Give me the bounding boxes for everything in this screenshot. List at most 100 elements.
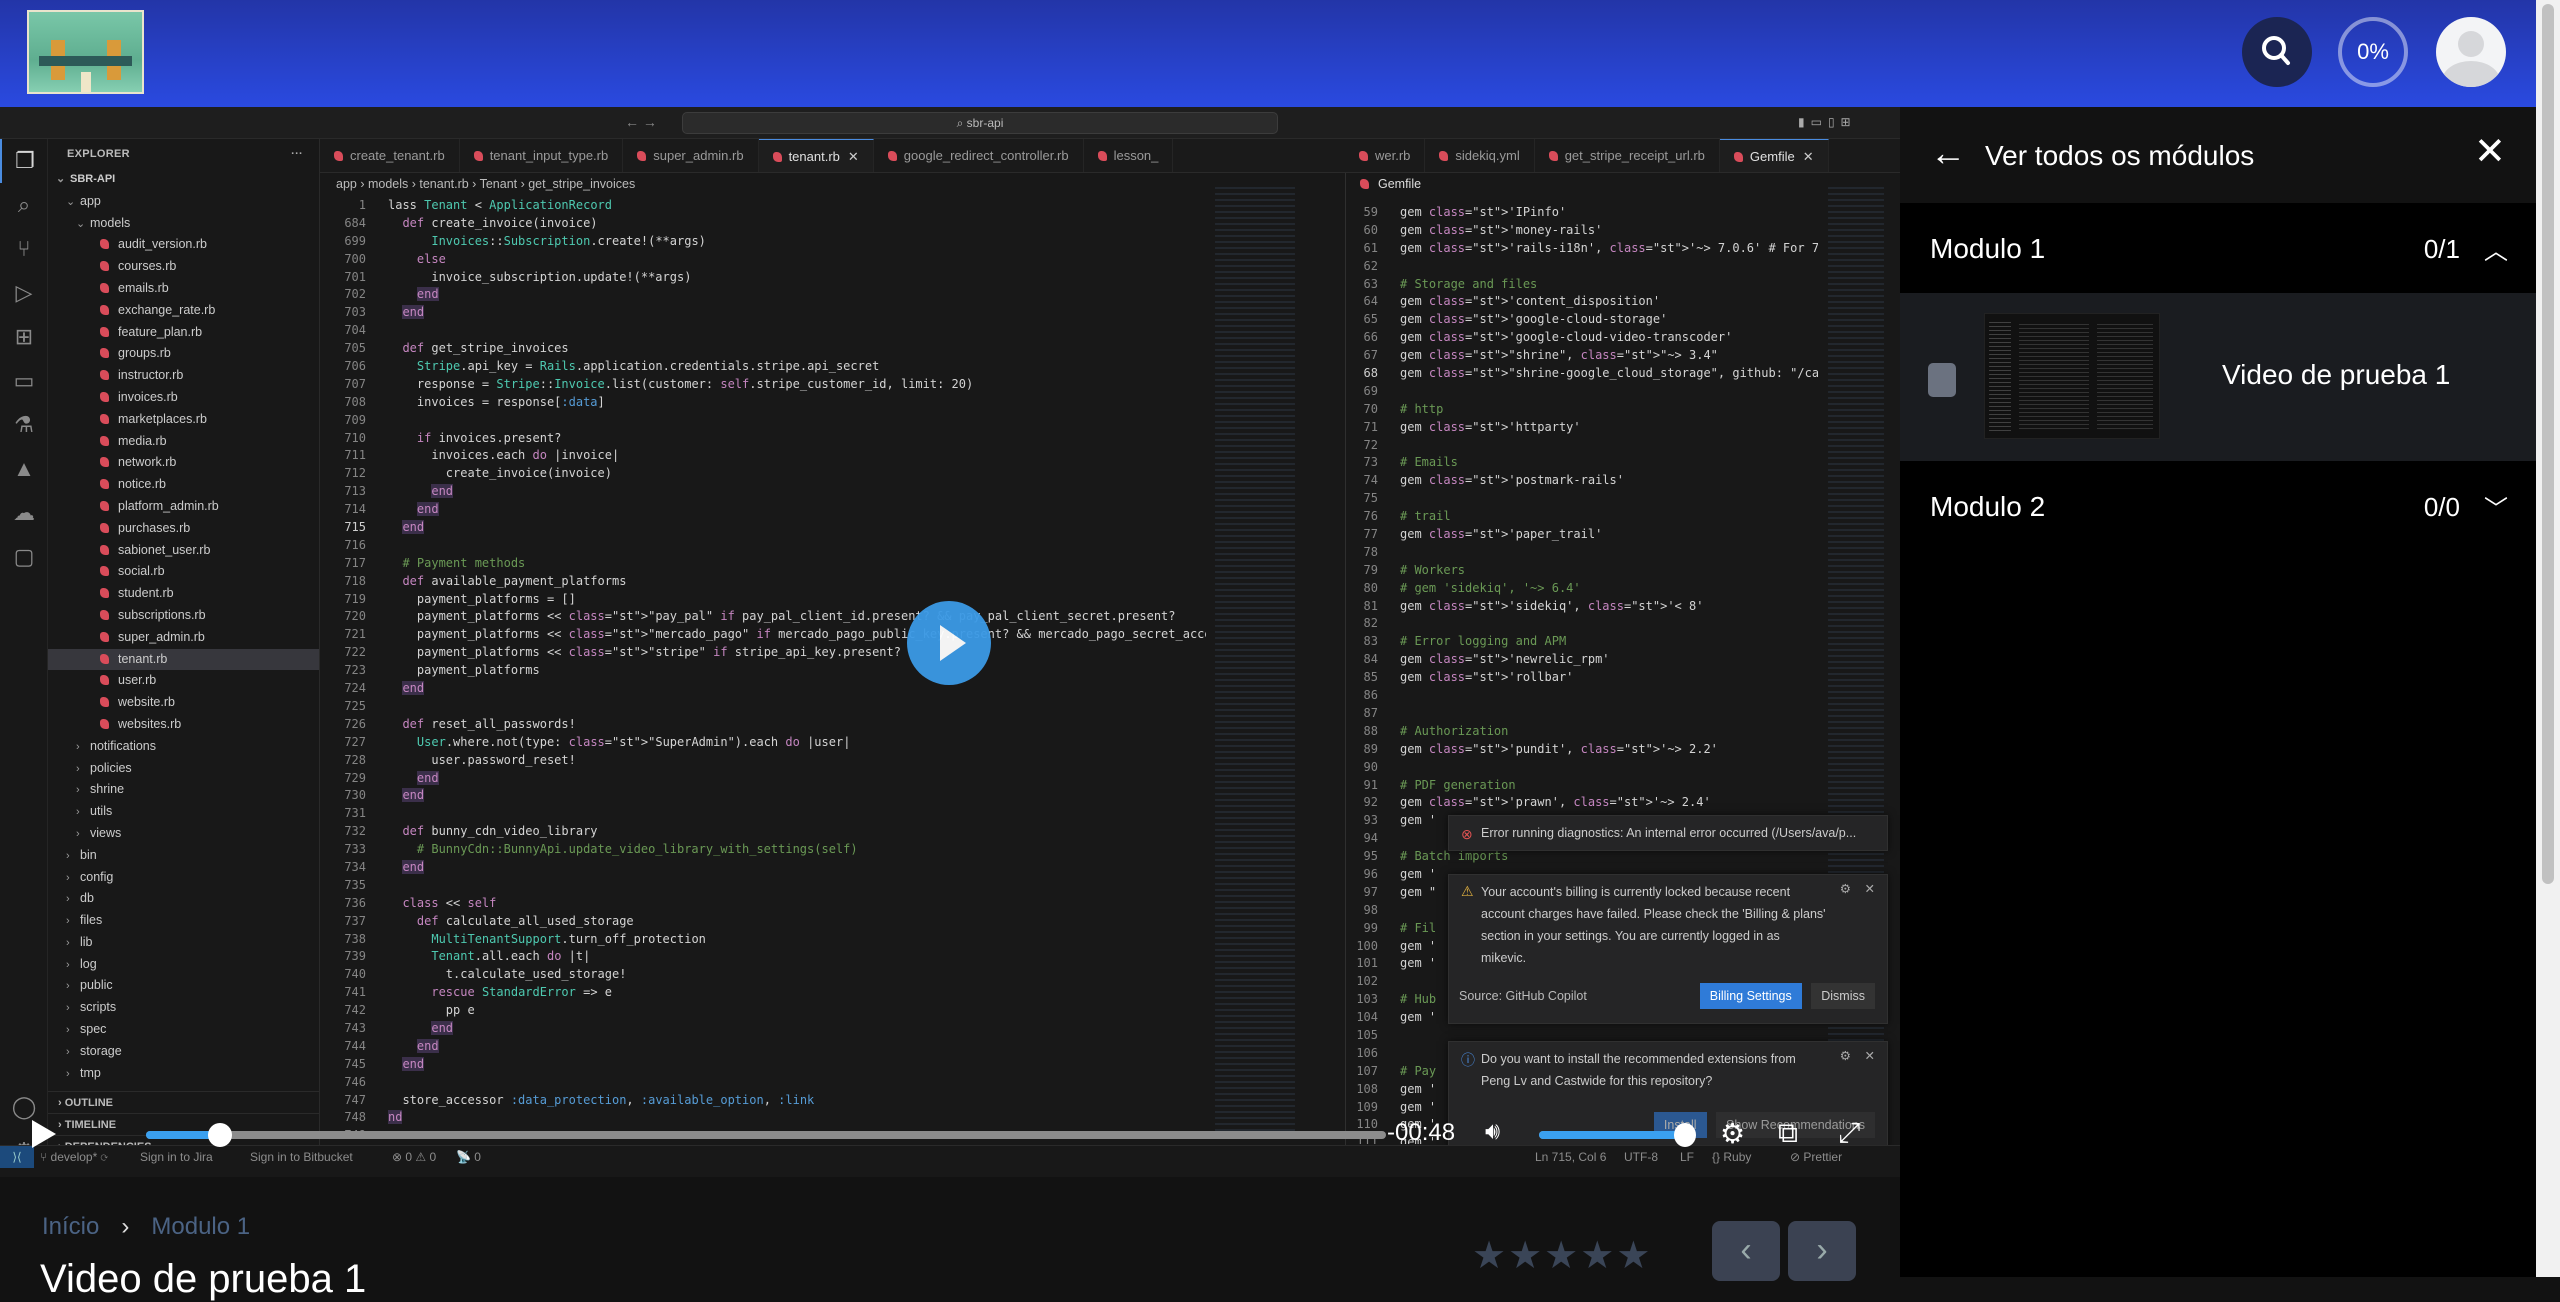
ruby-file-icon — [100, 697, 109, 708]
lesson-item[interactable]: Video de prueba 1 — [1900, 293, 2536, 461]
star-icon[interactable]: ★ — [1472, 1235, 1508, 1277]
line-number: 733 — [344, 842, 366, 857]
tree-item-label: user.rb — [118, 673, 157, 688]
line-number: 86 — [1363, 688, 1378, 703]
tree-item: › policies — [48, 758, 319, 780]
tree-item-label: tenant.rb — [118, 651, 168, 666]
tab-label: tenant_input_type.rb — [489, 148, 609, 163]
tree-item: › scripts — [48, 997, 319, 1019]
line-number: 716 — [344, 537, 366, 552]
ruby-file-icon — [100, 631, 109, 642]
code-line: 739 Tenant.all.each do |t| — [326, 948, 1206, 966]
line-number: 729 — [344, 770, 366, 785]
forward-arrow-icon: → — [642, 114, 657, 130]
code-line: 741 rescue StandardError => e — [326, 984, 1206, 1002]
play-icon[interactable] — [32, 1120, 56, 1148]
settings-gear-icon[interactable]: ⚙ — [1720, 1117, 1745, 1150]
scrollbar-thumb[interactable] — [2542, 4, 2554, 884]
code-line: 76 # trail — [1338, 508, 1818, 526]
seek-bar[interactable] — [146, 1123, 1386, 1147]
lesson-title: Video de prueba 1 — [2222, 359, 2451, 390]
tree-item-label: scripts — [80, 1000, 117, 1015]
tree-item-label: views — [90, 825, 122, 840]
line-number: 84 — [1363, 652, 1378, 667]
lesson-checkbox[interactable] — [1928, 363, 1956, 397]
code-line: 62 — [1338, 258, 1818, 276]
line-number: 79 — [1363, 562, 1378, 577]
code-line: 702 end — [326, 286, 1206, 304]
breadcrumb-module[interactable]: Modulo 1 — [151, 1213, 250, 1240]
line-number: 85 — [1363, 670, 1378, 685]
line-number: 106 — [1356, 1045, 1378, 1060]
volume-handle[interactable] — [1674, 1123, 1696, 1147]
close-icon[interactable]: ✕ — [2474, 133, 2506, 171]
breadcrumb-home[interactable]: Início — [42, 1213, 99, 1240]
tree-item: media.rb — [48, 431, 319, 453]
code-line: 735 — [326, 877, 1206, 895]
line-number: 1 — [358, 198, 366, 212]
ruby-file-icon — [100, 326, 109, 337]
ruby-file-icon — [100, 718, 109, 729]
volume-icon[interactable]: 🔊︎ — [1485, 1118, 1500, 1146]
tree-item: emails.rb — [48, 278, 319, 300]
line-number: 71 — [1363, 419, 1378, 434]
tree-item: › views — [48, 823, 319, 845]
ruby-file-icon — [1733, 152, 1743, 162]
fullscreen-icon[interactable]: ⤢ — [1838, 1117, 1860, 1150]
line-number: 78 — [1363, 544, 1378, 559]
tree-item: purchases.rb — [48, 518, 319, 540]
star-icon[interactable]: ★ — [1508, 1235, 1544, 1277]
tree-item: › shrine — [48, 779, 319, 801]
tab-label: wer.rb — [1375, 148, 1411, 163]
big-play-button[interactable] — [907, 601, 991, 685]
close-tab-icon: ✕ — [847, 149, 859, 164]
line-number: 103 — [1356, 992, 1378, 1007]
code-line: 68 gem class="st">"shrine-google_cloud_st… — [1338, 365, 1818, 383]
page-scrollbar[interactable] — [2536, 0, 2560, 1277]
prev-lesson-button[interactable]: ‹ — [1712, 1221, 1780, 1281]
module-header-1[interactable]: Modulo 1 0/1 ︿ — [1900, 203, 2536, 293]
tree-item: courses.rb — [48, 256, 319, 278]
lesson-thumbnail — [1984, 313, 2160, 439]
line-number: 75 — [1363, 491, 1378, 506]
tree-item-label: marketplaces.rb — [118, 411, 207, 426]
tree-item-label: files — [80, 913, 103, 928]
video-player[interactable]: ← → ⌕ sbr-api ▮▭▯⊞ ❐ ⌕ ⑂ ▷ ⊞ ▭ ⚗ ▲ ☁ ▢ ◯… — [0, 107, 1900, 1177]
chevron-right-icon: › — [66, 980, 70, 993]
module-header-2[interactable]: Modulo 2 0/0 ﹀ — [1900, 461, 2536, 551]
editor-tab: sidekiq.yml — [1425, 139, 1535, 172]
star-icon[interactable]: ★ — [1580, 1235, 1616, 1277]
user-avatar[interactable] — [2436, 17, 2506, 87]
popout-icon[interactable]: ⧉ — [1778, 1117, 1798, 1150]
breadcrumb-separator-icon: › — [121, 1213, 130, 1240]
code-line: 728 user.password_reset! — [326, 752, 1206, 770]
next-lesson-button[interactable]: › — [1788, 1221, 1856, 1281]
star-rating[interactable]: ★★★★★ — [1472, 1233, 1652, 1278]
line-number: 102 — [1356, 974, 1378, 989]
line-number: 64 — [1363, 294, 1378, 309]
volume-slider[interactable] — [1539, 1123, 1696, 1147]
seek-handle[interactable] — [208, 1123, 233, 1147]
search-button[interactable] — [2242, 17, 2312, 87]
editor-breadcrumb-left: app › models › tenant.rb › Tenant › get_… — [336, 177, 636, 191]
editor-tab: google_redirect_controller.rb — [874, 139, 1084, 172]
billing-source: Source: GitHub Copilot — [1459, 989, 1587, 1003]
atlassian-icon: ▲ — [13, 456, 35, 481]
chevron-right-icon: › — [66, 958, 70, 971]
progress-label: 0% — [2357, 39, 2389, 64]
editor-tab: Gemfile ✕ — [1719, 139, 1829, 172]
extensions-text: Do you want to install the recommended e… — [1481, 1052, 1796, 1088]
star-icon[interactable]: ★ — [1544, 1235, 1580, 1277]
remote-explorer-icon: ▭ — [13, 368, 35, 393]
code-line: 80 # gem 'sidekiq', '~> 6.4' — [1338, 580, 1818, 598]
line-number: 747 — [344, 1092, 366, 1107]
tree-item: subscriptions.rb — [48, 605, 319, 627]
course-logo[interactable] — [27, 10, 144, 94]
ruby-file-icon — [1439, 151, 1449, 161]
chevron-right-icon: › — [76, 784, 80, 797]
line-number: 87 — [1363, 705, 1378, 720]
back-arrow-icon[interactable]: ← — [1930, 135, 1966, 171]
warning-icon: ⚠ — [1461, 883, 1474, 899]
code-line: 714 end — [326, 501, 1206, 519]
star-icon[interactable]: ★ — [1616, 1235, 1652, 1277]
